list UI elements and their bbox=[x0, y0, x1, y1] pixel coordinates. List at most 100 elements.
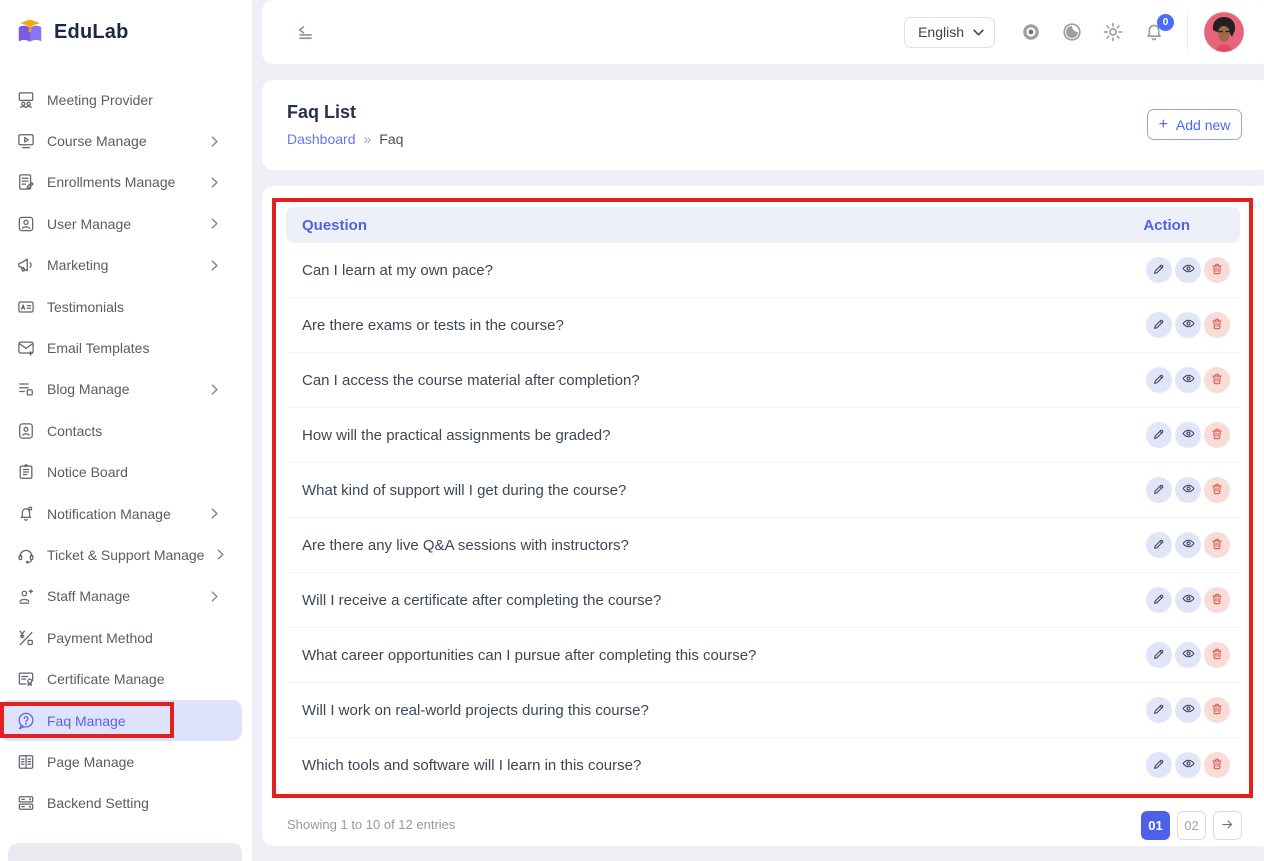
faq-question-text: Which tools and software will I learn in… bbox=[286, 757, 641, 774]
sidebar-item-course-manage[interactable]: Course Manage bbox=[0, 120, 242, 161]
sidebar-item-page-manage[interactable]: Page Manage bbox=[0, 741, 242, 782]
view-button[interactable] bbox=[1175, 312, 1201, 338]
sidebar-item-user-manage[interactable]: User Manage bbox=[0, 203, 242, 244]
plus-icon: + bbox=[1159, 117, 1168, 133]
delete-button[interactable] bbox=[1204, 752, 1230, 778]
sidebar-item-staff-manage[interactable]: Staff Manage bbox=[0, 576, 242, 617]
view-button[interactable] bbox=[1175, 422, 1201, 448]
edit-button[interactable] bbox=[1146, 752, 1172, 778]
sidebar-item-enrollments-manage[interactable]: Enrollments Manage bbox=[0, 162, 242, 203]
page-title-card: Faq List Dashboard » Faq + Add new bbox=[262, 80, 1264, 170]
eye-icon bbox=[1181, 261, 1196, 279]
pencil-icon bbox=[1152, 757, 1166, 774]
trash-icon bbox=[1210, 537, 1224, 554]
delete-button[interactable] bbox=[1204, 477, 1230, 503]
app-name: EduLab bbox=[54, 21, 129, 44]
showing-entries-text: Showing 1 to 10 of 12 entries bbox=[287, 817, 455, 832]
trash-icon bbox=[1210, 702, 1224, 719]
pencil-icon bbox=[1152, 262, 1166, 279]
faq-table-row: Will I receive a certificate after compl… bbox=[286, 573, 1240, 628]
app-logo[interactable]: EduLab bbox=[0, 0, 252, 47]
page-button-02[interactable]: 02 bbox=[1177, 811, 1206, 840]
view-button[interactable] bbox=[1175, 587, 1201, 613]
sidebar-item-backend-setting[interactable]: Backend Setting bbox=[0, 783, 242, 824]
arrow-right-icon bbox=[1220, 817, 1235, 835]
server-stack-icon bbox=[16, 793, 36, 813]
sidebar-item-meeting-provider[interactable]: Meeting Provider bbox=[0, 79, 242, 120]
edit-button[interactable] bbox=[1146, 587, 1172, 613]
delete-button[interactable] bbox=[1204, 642, 1230, 668]
view-button[interactable] bbox=[1175, 477, 1201, 503]
faq-question-text: Will I receive a certificate after compl… bbox=[286, 592, 661, 609]
settings-gear-icon[interactable] bbox=[1102, 21, 1124, 43]
certificate-icon bbox=[16, 669, 36, 689]
sidebar-item-testimonials[interactable]: Testimonials bbox=[0, 286, 242, 327]
chevron-right-icon bbox=[209, 260, 220, 271]
delete-button[interactable] bbox=[1204, 587, 1230, 613]
delete-button[interactable] bbox=[1204, 312, 1230, 338]
sidebar-item-contacts[interactable]: Contacts bbox=[0, 410, 242, 451]
faq-question-text: How will the practical assignments be gr… bbox=[286, 427, 611, 444]
graduation-book-icon bbox=[15, 17, 45, 47]
next-page-button[interactable] bbox=[1213, 811, 1242, 840]
user-avatar-photo[interactable] bbox=[1204, 12, 1244, 52]
sidebar-item-notice-board[interactable]: Notice Board bbox=[0, 452, 242, 493]
add-new-button[interactable]: + Add new bbox=[1147, 109, 1242, 140]
sidebar-item-notification-manage[interactable]: Notification Manage bbox=[0, 493, 242, 534]
chevron-right-icon bbox=[209, 136, 220, 147]
sidebar-item-faq-manage[interactable]: Faq Manage bbox=[0, 700, 242, 741]
language-select[interactable]: English bbox=[904, 17, 995, 48]
edit-button[interactable] bbox=[1146, 697, 1172, 723]
breadcrumb-dashboard-link[interactable]: Dashboard bbox=[287, 131, 356, 147]
delete-button[interactable] bbox=[1204, 257, 1230, 283]
user-card-icon bbox=[16, 214, 36, 234]
dark-mode-icon[interactable] bbox=[1061, 21, 1083, 43]
edit-button[interactable] bbox=[1146, 257, 1172, 283]
breadcrumb-current: Faq bbox=[379, 131, 403, 147]
page-columns-icon bbox=[16, 752, 36, 772]
faq-table-card: Question Action Can I learn at my own pa… bbox=[262, 186, 1264, 846]
view-button[interactable] bbox=[1175, 257, 1201, 283]
pencil-icon bbox=[1152, 427, 1166, 444]
sidebar-item-blog-manage[interactable]: Blog Manage bbox=[0, 369, 242, 410]
header-actions: English bbox=[904, 12, 1264, 52]
sidebar-item-label: Course Manage bbox=[47, 133, 147, 149]
edit-button[interactable] bbox=[1146, 367, 1172, 393]
faq-table-row: What kind of support will I get during t… bbox=[286, 463, 1240, 518]
page-button-01[interactable]: 01 bbox=[1141, 811, 1170, 840]
sidebar-item-label: Notice Board bbox=[47, 464, 128, 480]
delete-button[interactable] bbox=[1204, 532, 1230, 558]
view-button[interactable] bbox=[1175, 697, 1201, 723]
view-button[interactable] bbox=[1175, 642, 1201, 668]
view-button[interactable] bbox=[1175, 367, 1201, 393]
sidebar-item-payment-method[interactable]: Payment Method bbox=[0, 617, 242, 658]
edit-button[interactable] bbox=[1146, 532, 1172, 558]
faq-question-text: Can I learn at my own pace? bbox=[286, 262, 493, 279]
delete-button[interactable] bbox=[1204, 367, 1230, 393]
edit-button[interactable] bbox=[1146, 422, 1172, 448]
view-button[interactable] bbox=[1175, 752, 1201, 778]
blog-list-icon bbox=[16, 379, 36, 399]
sidebar-collapse-icon[interactable] bbox=[295, 21, 317, 43]
sidebar-item-certificate-manage[interactable]: Certificate Manage bbox=[0, 658, 242, 699]
edit-button[interactable] bbox=[1146, 477, 1172, 503]
eye-icon[interactable] bbox=[1020, 21, 1042, 43]
trash-icon bbox=[1210, 757, 1224, 774]
sidebar-item-ticket-support-manage[interactable]: Ticket & Support Manage bbox=[0, 534, 242, 575]
testimonial-card-icon bbox=[16, 297, 36, 317]
trash-icon bbox=[1210, 592, 1224, 609]
sidebar-item-email-templates[interactable]: Email Templates bbox=[0, 327, 242, 368]
edit-button[interactable] bbox=[1146, 312, 1172, 338]
delete-button[interactable] bbox=[1204, 697, 1230, 723]
view-button[interactable] bbox=[1175, 532, 1201, 558]
faq-table-row: How will the practical assignments be gr… bbox=[286, 408, 1240, 463]
header-divider bbox=[1187, 14, 1188, 50]
breadcrumb-separator: » bbox=[364, 131, 372, 147]
sidebar-item-marketing[interactable]: Marketing bbox=[0, 245, 242, 286]
chevron-right-icon bbox=[209, 508, 220, 519]
bell-dot-icon bbox=[16, 504, 36, 524]
delete-button[interactable] bbox=[1204, 422, 1230, 448]
edit-button[interactable] bbox=[1146, 642, 1172, 668]
faq-table-row: Are there any live Q&A sessions with ins… bbox=[286, 518, 1240, 573]
notifications-bell-icon[interactable]: 0 bbox=[1143, 21, 1165, 43]
